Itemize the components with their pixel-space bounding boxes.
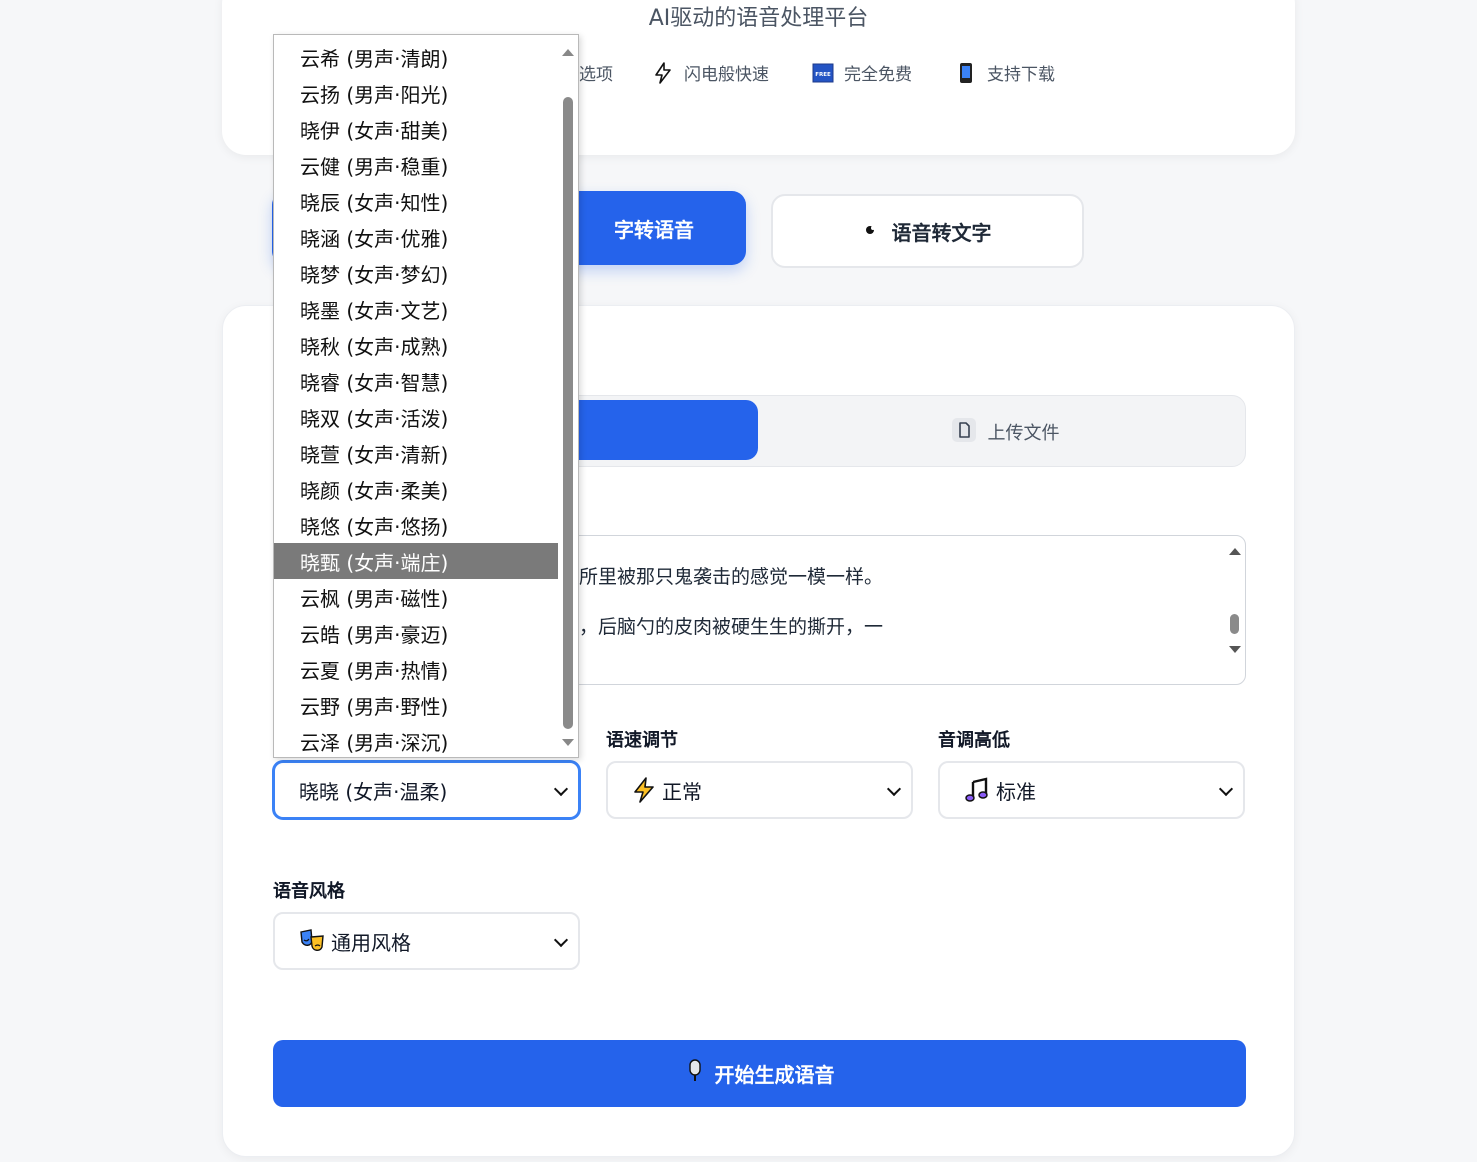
- style-select-value: 通用风格: [331, 930, 411, 955]
- microphone-icon: [685, 1059, 705, 1088]
- dropdown-scrollbar[interactable]: [558, 35, 578, 757]
- speed-select[interactable]: 正常: [606, 761, 913, 819]
- feature-download-label: 支持下载: [987, 65, 1055, 85]
- feature-options-label: 选项: [579, 65, 613, 85]
- voice-option[interactable]: 晓伊 (女声·甜美): [274, 111, 559, 147]
- feature-fast: 闪电般快速: [652, 60, 769, 85]
- scroll-down-arrow[interactable]: [562, 739, 574, 746]
- voice-option-highlighted[interactable]: 晓甄 (女声·端庄): [274, 543, 559, 579]
- platform-subtitle: AI驱动的语音处理平台: [648, 6, 869, 31]
- chevron-down-icon: [553, 781, 569, 797]
- file-icon: [951, 417, 976, 447]
- voice-option[interactable]: 云希 (男声·清朗): [274, 39, 559, 75]
- speed-label: 语速调节: [606, 730, 678, 751]
- voice-option[interactable]: 晓墨 (女声·文艺): [274, 291, 559, 327]
- record-dot-icon: [864, 219, 878, 243]
- generate-speech-button[interactable]: 开始生成语音: [273, 1040, 1246, 1107]
- voice-option[interactable]: 云健 (男声·稳重): [274, 147, 559, 183]
- feature-free-label: 完全免费: [844, 65, 912, 85]
- lightning-icon: [632, 777, 656, 803]
- theater-masks-icon: [299, 929, 325, 953]
- style-select[interactable]: 通用风格: [273, 912, 580, 970]
- lightning-icon: [652, 61, 674, 84]
- voice-option[interactable]: 晓涵 (女声·优雅): [274, 219, 559, 255]
- tab-upload-file[interactable]: 上传文件: [764, 396, 1247, 468]
- scroll-thumb[interactable]: [1230, 614, 1239, 634]
- voice-select[interactable]: 晓晓 (女声·温柔): [273, 761, 580, 819]
- voice-option[interactable]: 晓悠 (女声·悠扬): [274, 507, 559, 543]
- voice-option[interactable]: 晓萱 (女声·清新): [274, 435, 559, 471]
- feature-download: 支持下载: [955, 60, 1055, 85]
- textarea-scrollbar[interactable]: [1225, 536, 1245, 684]
- scroll-up-arrow[interactable]: [1229, 548, 1241, 555]
- tab-speech-to-text[interactable]: 语音转文字: [771, 194, 1084, 268]
- feature-options: 选项: [579, 60, 613, 85]
- voice-option[interactable]: 晓睿 (女声·智慧): [274, 363, 559, 399]
- free-badge-text: FREE: [815, 72, 831, 78]
- voice-option[interactable]: 云扬 (男声·阳光): [274, 75, 559, 111]
- voice-option[interactable]: 晓秋 (女声·成熟): [274, 327, 559, 363]
- scroll-thumb[interactable]: [563, 97, 573, 729]
- voice-option[interactable]: 晓双 (女声·活泼): [274, 399, 559, 435]
- pitch-select-value: 标准: [996, 779, 1036, 804]
- free-badge-icon: FREE: [812, 62, 834, 84]
- tab-upload-file-label: 上传文件: [987, 423, 1060, 444]
- mobile-phone-icon: [955, 62, 977, 84]
- scroll-up-arrow[interactable]: [562, 49, 574, 56]
- voice-option[interactable]: 云枫 (男声·磁性): [274, 579, 559, 615]
- voice-option[interactable]: 晓梦 (女声·梦幻): [274, 255, 559, 291]
- tab-speech-to-text-label: 语音转文字: [891, 220, 992, 245]
- voice-option[interactable]: 云野 (男声·野性): [274, 687, 559, 723]
- generate-speech-label: 开始生成语音: [714, 1063, 835, 1087]
- voice-dropdown-list[interactable]: 云希 (男声·清朗) 云扬 (男声·阳光) 晓伊 (女声·甜美) 云健 (男声·…: [273, 34, 579, 758]
- feature-free: FREE 完全免费: [812, 60, 912, 85]
- voice-select-value: 晓晓 (女声·温柔): [299, 779, 448, 804]
- chevron-down-icon: [1218, 781, 1234, 797]
- voice-option[interactable]: 晓辰 (女声·知性): [274, 183, 559, 219]
- voice-option[interactable]: 云泽 (男声·深沉): [274, 723, 559, 757]
- voice-option[interactable]: 云夏 (男声·热情): [274, 651, 559, 687]
- pitch-label: 音调高低: [938, 730, 1010, 751]
- chevron-down-icon: [886, 781, 902, 797]
- voice-option[interactable]: 晓颜 (女声·柔美): [274, 471, 559, 507]
- voice-option[interactable]: 云皓 (男声·豪迈): [274, 615, 559, 651]
- style-label: 语音风格: [273, 881, 345, 902]
- music-note-icon: [964, 777, 990, 803]
- speed-select-value: 正常: [662, 779, 702, 804]
- pitch-select[interactable]: 标准: [938, 761, 1245, 819]
- page: AI驱动的语音处理平台 选项 闪电般快速 FREE 完全免费 支持下载 字转语音…: [0, 0, 1477, 1162]
- feature-fast-label: 闪电般快速: [684, 65, 769, 85]
- chevron-down-icon: [553, 932, 569, 948]
- scroll-down-arrow[interactable]: [1229, 646, 1241, 653]
